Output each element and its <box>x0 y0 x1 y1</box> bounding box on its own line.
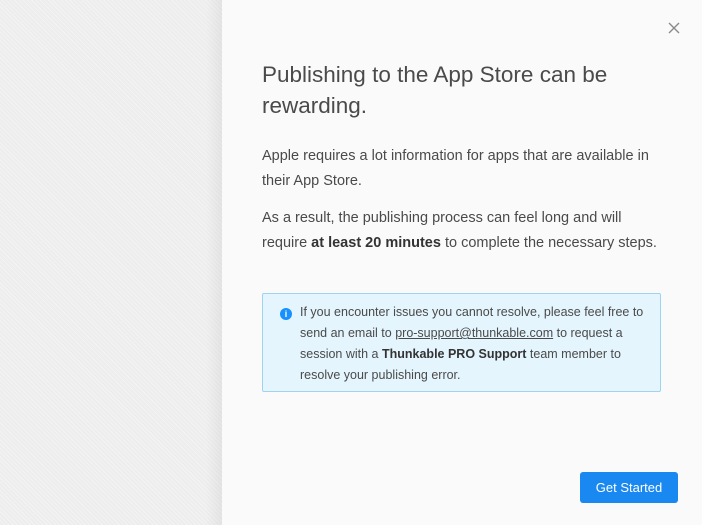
support-team-name: Thunkable PRO Support <box>381 347 527 361</box>
support-info-box: i If you encounter issues you cannot res… <box>262 293 661 392</box>
publishing-modal: Publishing to the App Store can be rewar… <box>222 0 702 525</box>
info-icon: i <box>280 308 292 320</box>
duration-highlight: at least 20 minutes <box>311 234 441 251</box>
support-info-text: If you encounter issues you cannot resol… <box>300 302 655 386</box>
get-started-button[interactable]: Get Started <box>580 472 678 503</box>
support-email-link[interactable]: pro-support@thunkable.com <box>395 326 553 340</box>
background-panel <box>0 0 222 525</box>
close-icon[interactable] <box>665 19 683 37</box>
duration-paragraph: As a result, the publishing process can … <box>262 206 666 255</box>
intro-paragraph: Apple requires a lot information for app… <box>262 148 649 189</box>
panel-shadow <box>206 0 222 525</box>
duration-text-after: to complete the necessary steps. <box>440 234 657 251</box>
modal-title: Publishing to the App Store can be rewar… <box>262 62 608 118</box>
